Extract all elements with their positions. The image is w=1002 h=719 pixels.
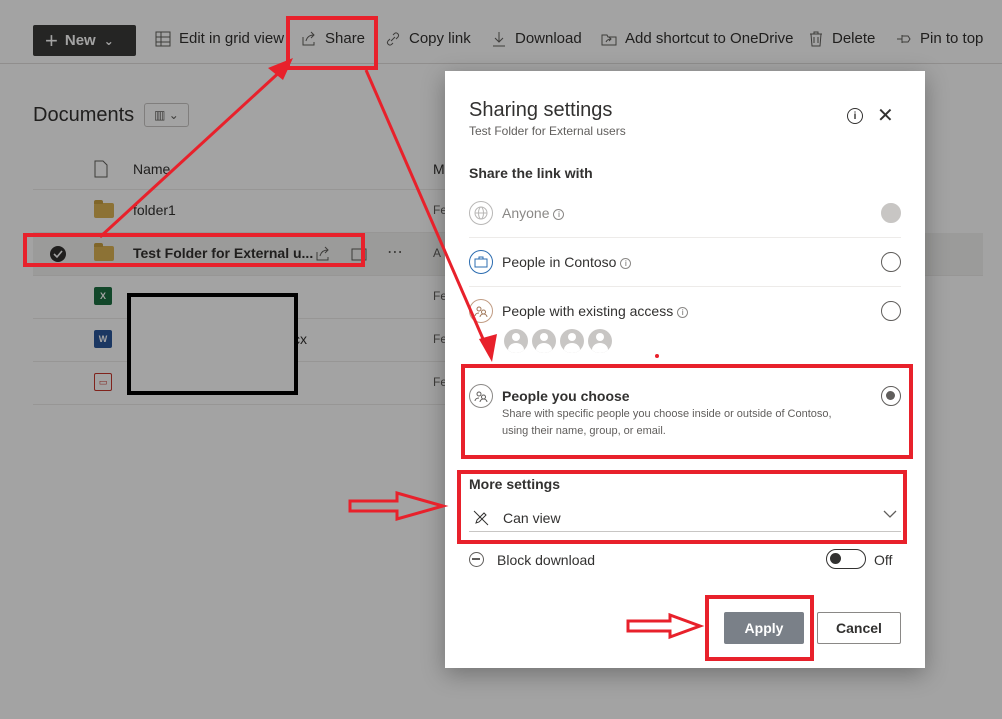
info-icon[interactable]: i (553, 209, 565, 220)
block-download-row: Block download Off (469, 549, 901, 573)
cancel-button[interactable]: Cancel (817, 612, 901, 644)
chevron-down-icon (883, 508, 897, 522)
info-icon[interactable]: i (847, 108, 863, 124)
option-description: Share with specific people you choose in… (502, 408, 832, 437)
radio-existing-access[interactable] (881, 301, 901, 321)
pencil-off-icon (473, 510, 489, 526)
permission-dropdown[interactable]: Can view (469, 504, 901, 532)
avatar (588, 329, 612, 353)
avatar (560, 329, 584, 353)
apply-button[interactable]: Apply (724, 612, 804, 644)
close-icon[interactable]: ✕ (877, 106, 894, 126)
info-icon[interactable]: i (620, 258, 632, 269)
option-label: People in Contoso i (502, 254, 632, 270)
dialog-title: Sharing settings (469, 99, 613, 121)
permission-value: Can view (503, 510, 561, 526)
option-label: People with existing access i (502, 303, 689, 319)
divider (469, 286, 901, 287)
share-with-label: Share the link with (469, 165, 593, 181)
briefcase-icon (469, 250, 493, 274)
dialog-subtitle: Test Folder for External users (469, 124, 626, 138)
more-settings-label: More settings (469, 476, 561, 492)
divider (469, 237, 901, 238)
radio-people-in-org[interactable] (881, 252, 901, 272)
people-icon (469, 299, 493, 323)
sharing-settings-dialog: Sharing settings Test Folder for Externa… (445, 71, 925, 668)
avatar (504, 329, 528, 353)
option-label: People you choose (502, 388, 630, 404)
block-icon (469, 552, 484, 567)
block-download-toggle[interactable] (826, 549, 866, 569)
avatar (532, 329, 556, 353)
avatar-group (504, 329, 612, 353)
radio-people-you-choose[interactable] (881, 386, 901, 406)
option-label: Anyone i (502, 205, 565, 221)
info-icon[interactable]: i (677, 307, 689, 318)
people-icon (469, 384, 493, 408)
block-download-label: Block download (497, 552, 596, 568)
globe-icon (469, 201, 493, 225)
toggle-state: Off (874, 552, 893, 568)
radio-anyone[interactable] (881, 203, 901, 223)
